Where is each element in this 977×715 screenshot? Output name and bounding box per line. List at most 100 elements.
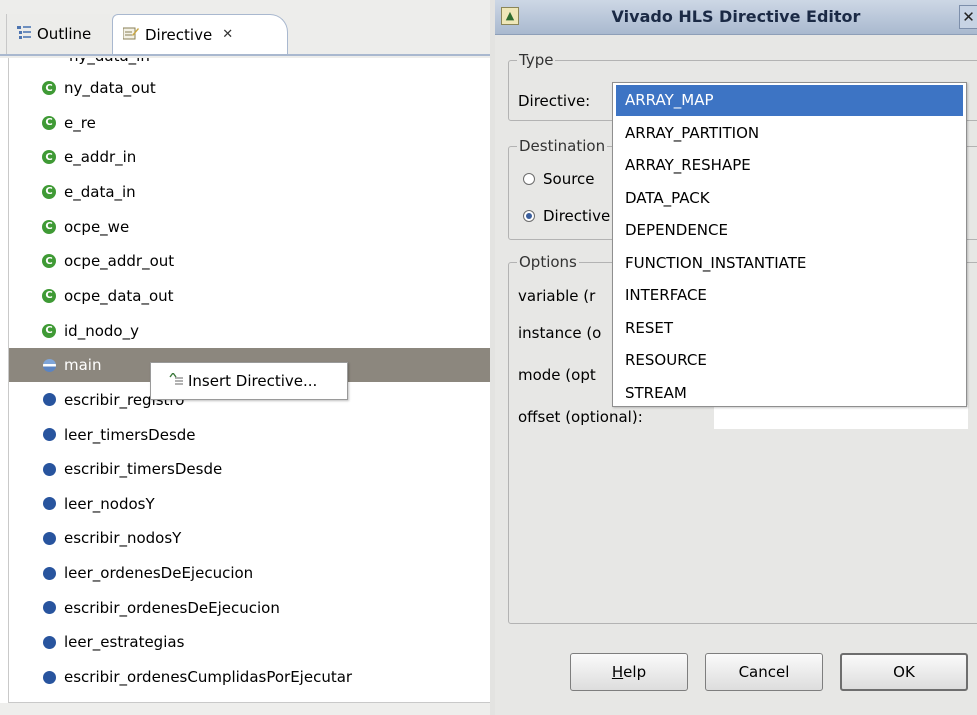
radio-unchecked-icon	[523, 173, 535, 185]
close-button[interactable]: ✕	[959, 5, 977, 29]
tree-item-label: e_addr_in	[64, 148, 137, 167]
cancel-button[interactable]: Cancel	[705, 653, 823, 691]
tab-underline	[0, 54, 490, 56]
tree-item-label: leer_timersDesde	[64, 425, 196, 444]
horizontal-scrollbar[interactable]	[0, 703, 490, 715]
function-icon	[43, 566, 56, 580]
offset-input[interactable]	[714, 405, 968, 429]
port-c-icon: C	[42, 323, 56, 338]
insert-directive-icon	[169, 371, 183, 389]
directive-field-label: Directive:	[518, 92, 591, 110]
close-tab-icon[interactable]: ✕	[222, 27, 233, 42]
directive-view-panel: Outline Directive ✕ ny_data_in Cny_data_…	[0, 0, 490, 715]
tree-item-label: e_re	[64, 113, 96, 132]
tree-item-port[interactable]: Cocpe_we	[9, 210, 490, 244]
function-icon	[43, 531, 56, 545]
port-c-icon: C	[42, 254, 56, 269]
function-icon	[43, 393, 56, 407]
mode-label: mode (opt	[518, 366, 596, 384]
insert-directive-label: Insert Directive...	[188, 372, 318, 390]
dropdown-option[interactable]: RESOURCE	[616, 345, 963, 376]
tree-item-label: leer_ordenesDeEjecucion	[64, 564, 254, 583]
dropdown-option[interactable]: STREAM	[616, 378, 963, 409]
function-icon	[43, 428, 56, 441]
ok-button[interactable]: OK	[840, 653, 968, 691]
port-c-icon: C	[42, 219, 56, 234]
port-c-icon: C	[42, 288, 56, 303]
tree-item-label: ocpe_addr_out	[64, 252, 175, 271]
tree-item-function[interactable]: leer_estrategias	[9, 625, 490, 659]
dropdown-option[interactable]: DEPENDENCE	[616, 215, 963, 246]
type-group-label: Type	[517, 51, 556, 69]
view-tab-bar: Outline Directive ✕	[0, 0, 490, 58]
source-option-label: Source	[543, 170, 595, 188]
tab-outline[interactable]: Outline	[6, 14, 110, 54]
ok-label: OK	[893, 663, 915, 681]
tree-item-function[interactable]: leer_ordenesDeEjecucion	[9, 556, 490, 590]
tab-outline-label: Outline	[37, 25, 92, 43]
dropdown-option[interactable]: RESET	[616, 313, 963, 344]
dropdown-option[interactable]: DATA_PACK	[616, 183, 963, 214]
tree-item-label: e_data_in	[64, 182, 136, 201]
tree-item-port[interactable]: Ce_data_in	[9, 175, 490, 209]
tree-item-label: ny_data_out	[64, 79, 156, 97]
tree-item-label: ocpe_we	[64, 217, 130, 236]
function-icon	[43, 635, 56, 649]
insert-directive-menu-item[interactable]: Insert Directive...	[150, 362, 348, 400]
destination-group-label: Destination	[517, 137, 608, 155]
tree-item-function[interactable]: leer_nodosY	[9, 487, 490, 521]
dropdown-option[interactable]: FUNCTION_INSTANTIATE	[616, 248, 963, 279]
tab-directive[interactable]: Directive ✕	[112, 14, 288, 54]
help-mnemonic: H	[611, 663, 624, 681]
port-c-icon: C	[42, 81, 56, 95]
function-icon	[43, 358, 56, 372]
tree-item-label: escribir_ordenesDeEjecucion	[64, 598, 280, 617]
function-icon	[43, 462, 56, 476]
function-icon	[43, 601, 56, 615]
dialog-title: Vivado HLS Directive Editor	[611, 7, 861, 26]
tree-item-function[interactable]: escribir_timersDesde	[9, 452, 490, 486]
variable-label: variable (r	[518, 287, 596, 305]
tree-item-port[interactable]: Cid_nodo_y	[9, 314, 490, 348]
dropdown-option[interactable]: ARRAY_MAP	[616, 85, 963, 116]
tree-item-port[interactable]: Cny_data_out	[9, 71, 490, 105]
outline-icon	[17, 25, 31, 43]
function-icon	[43, 670, 56, 684]
tree-item-port[interactable]: Ce_addr_in	[9, 140, 490, 174]
directive-dropdown-list[interactable]: ARRAY_MAP ARRAY_PARTITION ARRAY_RESHAPE DAT…	[612, 82, 967, 407]
tree-item-function[interactable]: leer_timersDesde	[9, 418, 490, 452]
directive-option-label: Directive	[543, 207, 611, 225]
dropdown-option[interactable]: ARRAY_RESHAPE	[616, 150, 963, 181]
tree-item-label: leer_nodosY	[64, 494, 155, 513]
tree-item-port[interactable]: Cocpe_data_out	[9, 279, 490, 313]
help-button[interactable]: Help	[570, 653, 688, 691]
port-c-icon: C	[42, 184, 56, 199]
radio-checked-icon	[523, 210, 535, 222]
tree-item-label: escribir_ordenesCumplidasPorEjecutar	[64, 668, 353, 687]
cancel-label: Cancel	[738, 663, 790, 681]
tree-item-function[interactable]: escribir_nodosY	[9, 521, 490, 555]
help-label: elp	[623, 663, 647, 681]
destination-directive-radio[interactable]: Directive	[523, 207, 610, 225]
dropdown-option[interactable]: INTERFACE	[616, 280, 963, 311]
dropdown-option[interactable]: ARRAY_PARTITION	[616, 118, 963, 149]
tree-item-function[interactable]: escribir_ordenesDeEjecucion	[9, 591, 490, 625]
tree-item-port[interactable]: Cocpe_addr_out	[9, 244, 490, 278]
port-c-icon: C	[42, 150, 56, 165]
tree-item-label: escribir_timersDesde	[64, 460, 223, 479]
tree-item-label: escribir_nodosY	[64, 529, 182, 548]
offset-label: offset (optional):	[518, 408, 643, 426]
instance-label: instance (o	[518, 324, 602, 342]
tree-item-label: main	[64, 356, 102, 375]
function-icon	[43, 497, 56, 511]
tree-item-function[interactable]: escribir_ordenesCumplidasPorEjecutar	[9, 660, 490, 694]
tree-item-partial: ny_data_in	[69, 58, 189, 66]
options-group-label: Options	[517, 253, 579, 271]
destination-source-radio[interactable]: Source	[523, 170, 595, 188]
tab-directive-label: Directive	[145, 25, 213, 44]
tree-item-label: id_nodo_y	[64, 321, 139, 340]
port-c-icon: C	[42, 115, 56, 130]
tree-item-label: ocpe_data_out	[64, 286, 174, 305]
dialog-titlebar[interactable]: ▲ Vivado HLS Directive Editor ✕	[495, 0, 977, 35]
tree-item-port[interactable]: Ce_re	[9, 106, 490, 140]
